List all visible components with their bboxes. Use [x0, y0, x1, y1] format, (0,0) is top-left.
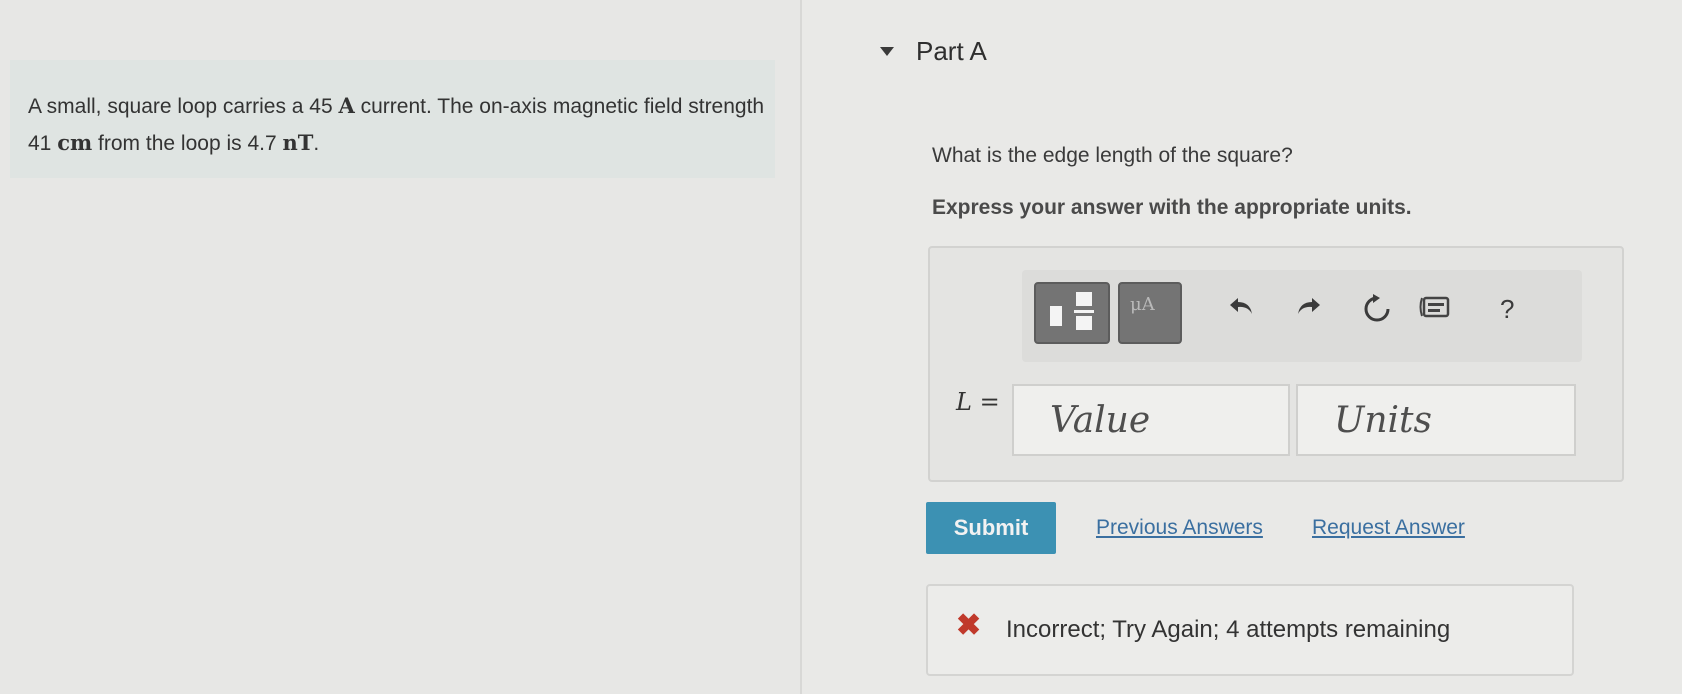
part-header[interactable]: Part A: [880, 36, 987, 67]
math-toolbar: μA ?: [1022, 270, 1582, 362]
unit-distance: cm: [57, 130, 93, 155]
templates-icon-top: [1076, 292, 1092, 306]
incorrect-x-icon: ✖: [956, 609, 982, 642]
previous-answers-link[interactable]: Previous Answers: [1096, 516, 1263, 540]
templates-icon-bottom: [1076, 316, 1092, 330]
units-button-label: μA: [1130, 294, 1155, 315]
redo-icon[interactable]: [1294, 294, 1322, 318]
unit-field: nT: [282, 130, 314, 155]
problem-pane: A small, square loop carries a 45 A curr…: [0, 0, 800, 694]
units-input[interactable]: [1296, 384, 1576, 456]
answer-variable-label: L =: [956, 388, 1000, 416]
answer-panel: μA ? L =: [928, 246, 1624, 482]
undo-icon[interactable]: [1228, 294, 1256, 318]
templates-button[interactable]: [1034, 282, 1110, 344]
value-input[interactable]: [1012, 384, 1290, 456]
collapse-caret-icon[interactable]: [880, 47, 894, 56]
part-title: Part A: [916, 36, 987, 66]
reset-icon[interactable]: [1362, 294, 1392, 324]
unit-current: A: [338, 93, 355, 118]
question-text: What is the edge length of the square?: [932, 144, 1293, 167]
help-icon[interactable]: ?: [1500, 294, 1514, 324]
feedback-box: ✖ Incorrect; Try Again; 4 attempts remai…: [926, 584, 1574, 676]
problem-statement-box: A small, square loop carries a 45 A curr…: [10, 60, 775, 178]
feedback-text: Incorrect; Try Again; 4 attempts remaini…: [1006, 616, 1451, 643]
templates-icon-bar: [1074, 310, 1094, 313]
problem-text-part: A small, square loop carries a 45: [28, 95, 339, 118]
problem-statement: A small, square loop carries a 45 A curr…: [28, 88, 768, 162]
keyboard-icon[interactable]: [1418, 294, 1452, 320]
problem-text-part: from the loop is 4.7: [92, 132, 283, 155]
instruction-text: Express your answer with the appropriate…: [932, 196, 1412, 219]
request-answer-link[interactable]: Request Answer: [1312, 516, 1465, 540]
submit-button[interactable]: Submit: [926, 502, 1056, 554]
templates-icon: [1050, 306, 1062, 326]
units-button[interactable]: μA: [1118, 282, 1182, 344]
problem-text-part: .: [313, 132, 320, 155]
